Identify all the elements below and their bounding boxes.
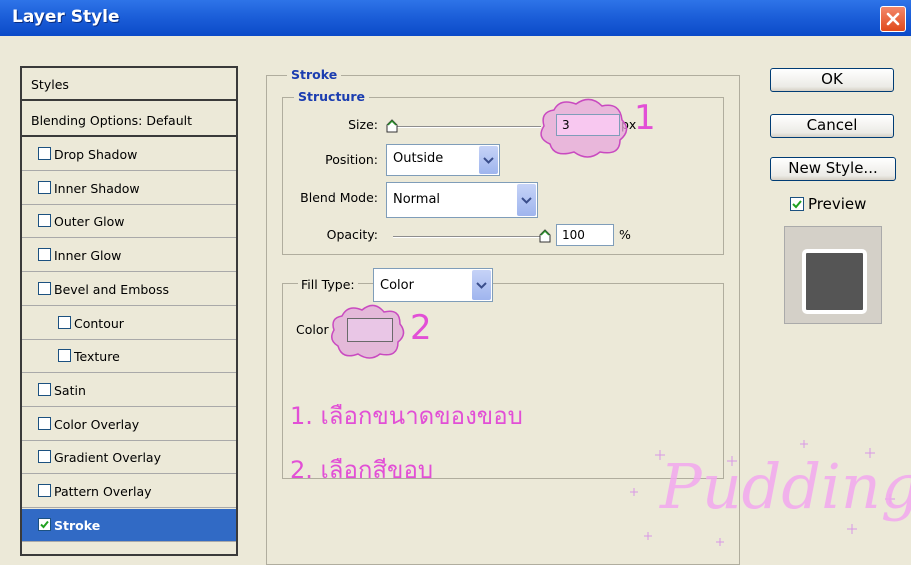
preview-thumbnail bbox=[784, 226, 882, 324]
style-label: Stroke bbox=[54, 517, 101, 533]
styles-item-satin[interactable]: Satin bbox=[22, 374, 236, 407]
size-value-text: 3 bbox=[562, 118, 570, 132]
styles-item-stroke[interactable]: Stroke bbox=[22, 508, 236, 542]
blend-mode-label: Blend Mode: bbox=[300, 190, 378, 205]
style-checkbox[interactable] bbox=[38, 450, 51, 464]
checkmark-icon bbox=[792, 200, 802, 209]
blend-mode-value: Normal bbox=[393, 192, 441, 207]
opacity-slider-track[interactable] bbox=[393, 236, 545, 238]
styles-item-color-overlay[interactable]: Color Overlay bbox=[22, 408, 236, 441]
styles-item-pattern-overlay[interactable]: Pattern Overlay bbox=[22, 475, 236, 508]
styles-item-inner-shadow[interactable]: Inner Shadow bbox=[22, 172, 236, 205]
preview-check-box[interactable] bbox=[790, 197, 804, 211]
style-checkbox[interactable] bbox=[38, 517, 51, 531]
styles-item-contour[interactable]: Contour bbox=[22, 307, 236, 340]
annotation-mark-1: 1 bbox=[634, 98, 656, 138]
title-bar: Layer Style bbox=[0, 0, 911, 36]
style-label: Satin bbox=[54, 382, 86, 398]
position-select[interactable]: Outside bbox=[386, 144, 500, 176]
style-checkbox[interactable] bbox=[38, 382, 51, 396]
annotation-note-2: 2. เลือกสีขอบ bbox=[290, 456, 434, 484]
style-label: Outer Glow bbox=[54, 214, 125, 230]
style-checkbox[interactable] bbox=[38, 214, 51, 228]
stroke-title: Stroke bbox=[287, 67, 342, 82]
style-label: Drop Shadow bbox=[54, 147, 138, 162]
fill-type-label: Fill Type: bbox=[298, 277, 358, 292]
style-checkbox[interactable] bbox=[38, 281, 51, 295]
styles-item-texture[interactable]: Texture bbox=[22, 340, 236, 374]
style-checkbox[interactable] bbox=[58, 315, 71, 329]
opacity-input[interactable]: 100 bbox=[556, 224, 614, 246]
blending-options-label: Blending Options: Default bbox=[31, 113, 192, 128]
style-label: Texture bbox=[74, 349, 120, 365]
style-label: Contour bbox=[74, 315, 124, 331]
styles-list: Styles Blending Options: Default Drop Sh… bbox=[20, 66, 238, 556]
style-label: Gradient Overlay bbox=[54, 450, 161, 466]
style-checkbox[interactable] bbox=[38, 180, 51, 194]
styles-header-label: Styles bbox=[31, 77, 69, 92]
size-input-highlight[interactable]: 3 bbox=[556, 114, 620, 136]
cancel-button[interactable]: Cancel bbox=[770, 114, 894, 138]
opacity-slider-thumb[interactable] bbox=[538, 229, 552, 243]
opacity-value: 100 bbox=[562, 228, 585, 242]
style-label: Bevel and Emboss bbox=[54, 281, 169, 297]
size-slider-thumb[interactable] bbox=[385, 119, 399, 133]
styles-header[interactable]: Styles bbox=[22, 68, 236, 101]
blend-mode-select[interactable]: Normal bbox=[386, 182, 538, 218]
new-style-button[interactable]: New Style... bbox=[770, 157, 896, 181]
ok-button[interactable]: OK bbox=[770, 68, 894, 92]
position-value: Outside bbox=[393, 151, 444, 166]
window-title: Layer Style bbox=[12, 7, 120, 27]
styles-item-inner-glow[interactable]: Inner Glow bbox=[22, 239, 236, 273]
watermark-text: Pudding bbox=[660, 450, 911, 523]
preview-label: Preview bbox=[808, 195, 867, 213]
opacity-label: Opacity: bbox=[326, 227, 378, 242]
preview-square bbox=[802, 249, 867, 314]
size-label: Size: bbox=[348, 117, 378, 132]
styles-item-drop-shadow[interactable]: Drop Shadow bbox=[22, 138, 236, 171]
blending-options-item[interactable]: Blending Options: Default bbox=[22, 104, 236, 137]
style-label: Color Overlay bbox=[54, 416, 140, 432]
color-swatch[interactable] bbox=[347, 318, 393, 342]
fill-type-select[interactable]: Color bbox=[373, 268, 493, 302]
style-label: Inner Glow bbox=[54, 248, 122, 264]
styles-item-bevel-and-emboss[interactable]: Bevel and Emboss bbox=[22, 273, 236, 306]
annotation-note-1: 1. เลือกขนาดของขอบ bbox=[290, 402, 523, 430]
annotation-mark-2: 2 bbox=[410, 308, 432, 348]
opacity-unit: % bbox=[619, 227, 631, 242]
style-checkbox[interactable] bbox=[58, 349, 71, 363]
chevron-down-icon[interactable] bbox=[517, 184, 536, 216]
checkmark-icon bbox=[40, 520, 49, 529]
style-label: Inner Shadow bbox=[54, 180, 140, 196]
style-checkbox[interactable] bbox=[38, 147, 51, 160]
style-checkbox[interactable] bbox=[38, 484, 51, 497]
close-icon bbox=[886, 12, 900, 26]
fill-type-value: Color bbox=[380, 278, 414, 293]
style-label: Pattern Overlay bbox=[54, 484, 152, 499]
style-checkbox[interactable] bbox=[38, 416, 51, 430]
style-checkbox[interactable] bbox=[38, 248, 51, 262]
chevron-down-icon[interactable] bbox=[472, 270, 491, 300]
color-label: Color bbox=[296, 322, 329, 337]
structure-title: Structure bbox=[294, 89, 369, 104]
position-label: Position: bbox=[325, 152, 378, 167]
close-button[interactable] bbox=[880, 6, 906, 32]
styles-item-gradient-overlay[interactable]: Gradient Overlay bbox=[22, 441, 236, 475]
styles-item-outer-glow[interactable]: Outer Glow bbox=[22, 205, 236, 239]
chevron-down-icon[interactable] bbox=[479, 146, 498, 174]
size-slider-track[interactable] bbox=[393, 126, 541, 128]
